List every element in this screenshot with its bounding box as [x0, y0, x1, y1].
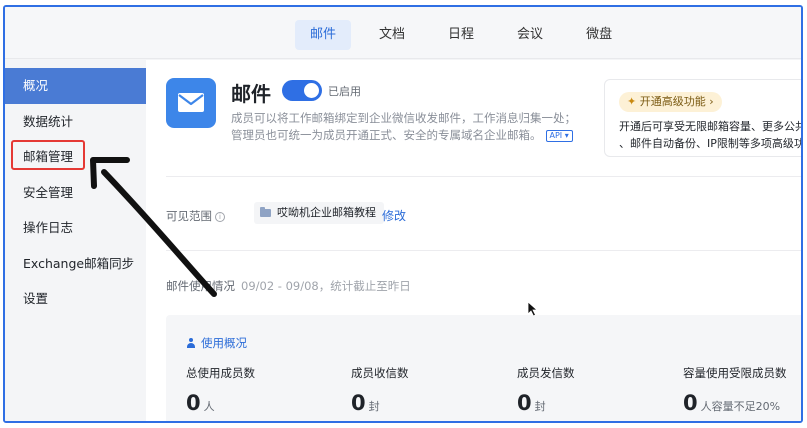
tab-meeting[interactable]: 会议: [502, 20, 558, 50]
stat-unit: 封: [368, 400, 380, 413]
usage-title-text: 邮件使用情况: [166, 279, 235, 293]
sparkle-icon: ✦: [627, 95, 637, 108]
toggle-knob: [304, 83, 319, 98]
stat-value: 0封: [517, 391, 575, 415]
user-icon: [186, 338, 196, 348]
api-tag-label: API: [549, 130, 563, 140]
chevron-right-icon: ›: [709, 95, 714, 108]
mouse-cursor-icon: [527, 301, 539, 317]
stat-unit: 人容量不足20%: [700, 400, 781, 413]
app-window: 邮件 文档 日程 会议 微盘 概况 数据统计 邮箱管理 安全管理 操作日志 Ex…: [3, 5, 803, 423]
tab-mail[interactable]: 邮件: [295, 20, 352, 50]
top-navigation: 邮件 文档 日程 会议 微盘: [5, 7, 801, 59]
highlight-box: [11, 140, 85, 170]
stat-value: 0封: [351, 391, 409, 415]
stat-value: 0人: [186, 391, 255, 415]
visibility-label: 可见范围 i: [166, 208, 225, 224]
sidebar-item-exchange-sync[interactable]: Exchange邮箱同步: [5, 246, 146, 282]
info-icon[interactable]: i: [215, 211, 225, 222]
visibility-label-text: 可见范围: [166, 209, 212, 223]
scope-value: 哎呦机企业邮箱教程: [277, 206, 376, 219]
sidebar-item-operation-log[interactable]: 操作日志: [5, 210, 146, 246]
description-line: 成员可以将工作邮箱绑定到企业微信收发邮件，工作消息归集一处；: [231, 111, 576, 125]
stat-received: 成员收信数 0封: [351, 365, 409, 415]
edit-scope-link[interactable]: 修改: [382, 207, 406, 224]
sidebar-item-statistics[interactable]: 数据统计: [5, 104, 146, 140]
stat-number: 0: [351, 391, 366, 415]
stat-label: 总使用成员数: [186, 366, 255, 380]
sidebar-item-security[interactable]: 安全管理: [5, 175, 146, 211]
divider: [166, 250, 801, 251]
tab-calendar[interactable]: 日程: [433, 20, 489, 50]
stat-value: 0 人容量不足20%: [683, 391, 787, 415]
usage-date-range: 09/02 - 09/08，统计截止至昨日: [241, 279, 411, 293]
sidebar: 概况 数据统计 邮箱管理 安全管理 操作日志 Exchange邮箱同步 设置: [5, 60, 146, 421]
upgrade-line: 开通后可享受无限邮箱容量、更多公共: [619, 120, 803, 133]
stat-label: 成员收信数: [351, 366, 409, 380]
upgrade-button-label: 开通高级功能: [639, 95, 706, 108]
api-dropdown[interactable]: API ▾: [545, 129, 573, 142]
upgrade-button[interactable]: ✦ 开通高级功能 ›: [619, 92, 722, 112]
stat-number: 0: [517, 391, 532, 415]
sidebar-item-overview[interactable]: 概况: [5, 68, 146, 104]
usage-stats-card: 使用概况 总使用成员数 0人 成员收信数 0封 成员发信数 0封 容量使用受限成…: [166, 315, 801, 421]
tab-docs[interactable]: 文档: [364, 20, 420, 50]
stat-number: 0: [683, 391, 698, 415]
stat-unit: 人: [203, 400, 215, 413]
stat-label: 容量使用受限成员数: [683, 366, 787, 380]
upgrade-line: 、邮件自动备份、IP限制等多项高级功: [619, 137, 803, 150]
sidebar-item-settings[interactable]: 设置: [5, 281, 146, 317]
stat-number: 0: [186, 391, 201, 415]
upgrade-description: 开通后可享受无限邮箱容量、更多公共 、邮件自动备份、IP限制等多项高级功: [619, 118, 803, 152]
product-tabs: 邮件 文档 日程 会议 微盘: [295, 20, 640, 50]
usage-title: 邮件使用情况 09/02 - 09/08，统计截止至昨日: [166, 278, 411, 294]
app-description: 成员可以将工作邮箱绑定到企业微信收发邮件，工作消息归集一处； 管理员也可统一为成…: [231, 110, 591, 144]
visibility-scope-chip: 哎呦机企业邮箱教程: [254, 202, 384, 224]
mail-envelope-icon: [166, 78, 216, 128]
divider: [166, 176, 801, 177]
stat-total-members: 总使用成员数 0人: [186, 365, 255, 415]
main-content: 邮件 已启用 成员可以将工作邮箱绑定到企业微信收发邮件，工作消息归集一处； 管理…: [146, 60, 803, 421]
usage-overview-label: 使用概况: [201, 336, 247, 350]
stat-label: 成员发信数: [517, 366, 575, 380]
folder-icon: [260, 207, 271, 217]
status-label: 已启用: [328, 85, 361, 98]
tab-drive[interactable]: 微盘: [571, 20, 627, 50]
stat-sent: 成员发信数 0封: [517, 365, 575, 415]
app-title: 邮件: [231, 82, 271, 106]
upgrade-card: ✦ 开通高级功能 › 开通后可享受无限邮箱容量、更多公共 、邮件自动备份、IP限…: [604, 79, 803, 157]
enable-toggle[interactable]: [282, 80, 322, 101]
stat-unit: 封: [534, 400, 546, 413]
stat-capacity-limited: 容量使用受限成员数 0 人容量不足20%: [683, 365, 787, 415]
description-text: 管理员也可统一为成员开通正式、安全的专属域名企业邮箱。: [231, 128, 542, 142]
description-line: 管理员也可统一为成员开通正式、安全的专属域名企业邮箱。 API ▾: [231, 127, 591, 144]
usage-overview-heading: 使用概况: [186, 335, 247, 351]
